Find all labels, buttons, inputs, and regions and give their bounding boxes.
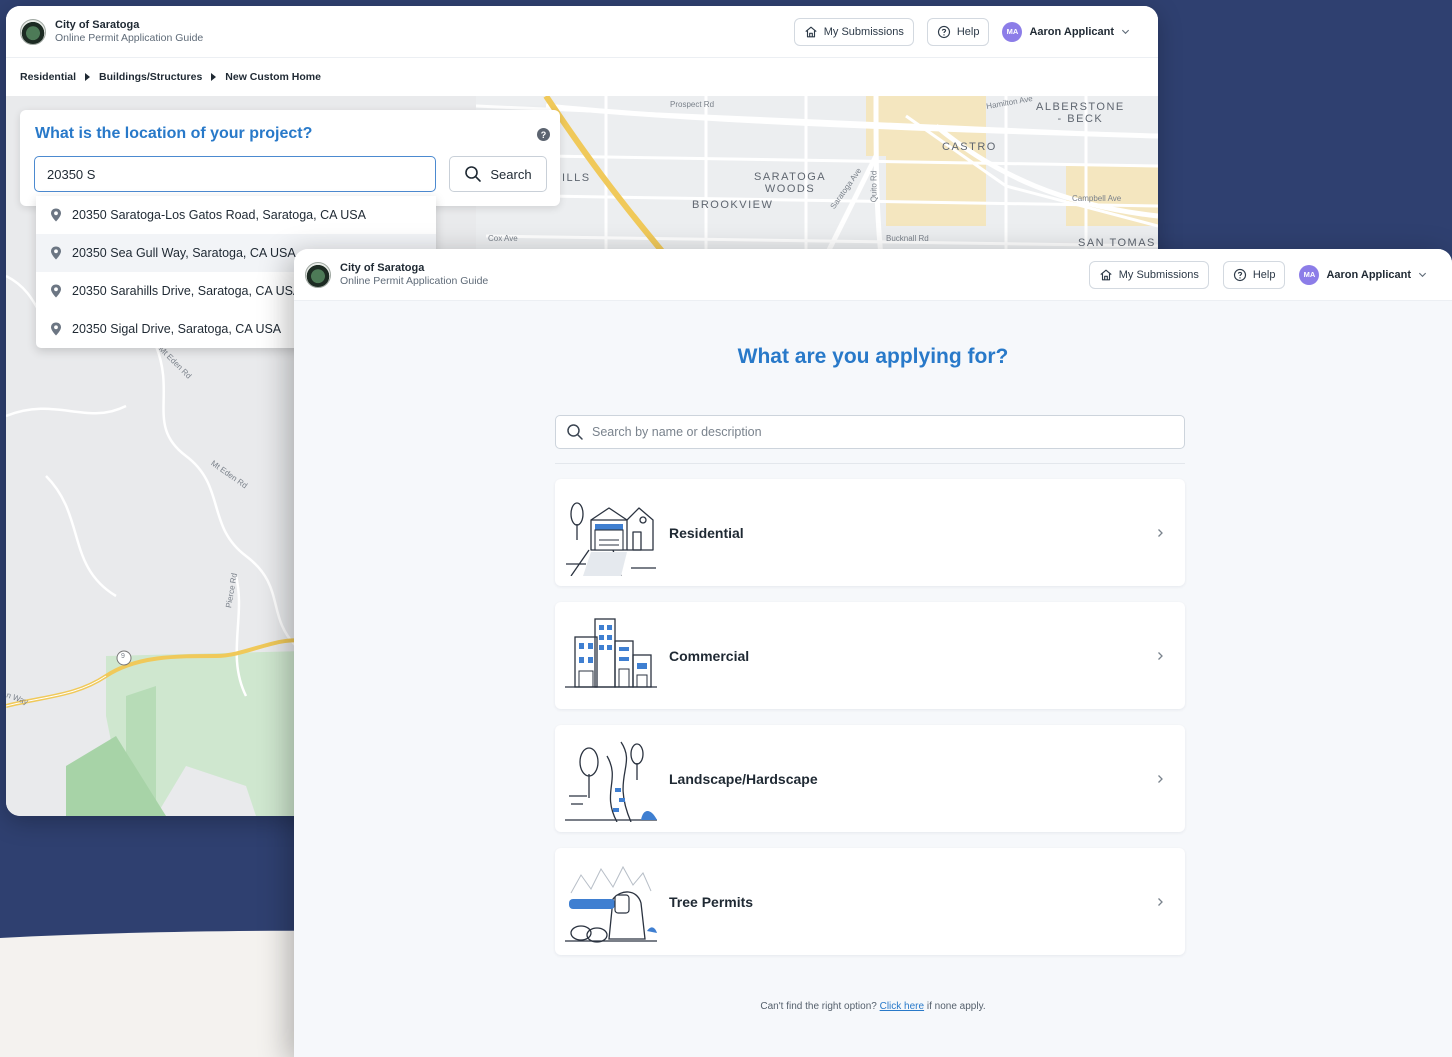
divider bbox=[555, 463, 1185, 464]
house-garage-illustration bbox=[566, 501, 656, 576]
map-label-san-tomas: SAN TOMAS bbox=[1078, 237, 1156, 249]
org-subtitle: Online Permit Application Guide bbox=[55, 31, 204, 44]
map-pin-icon bbox=[51, 208, 61, 222]
org-name: City of Saratoga bbox=[340, 262, 425, 275]
category-search-input[interactable] bbox=[592, 425, 1152, 439]
org-name: City of Saratoga bbox=[55, 19, 140, 32]
help-icon[interactable]: ? bbox=[537, 128, 550, 141]
category-search[interactable] bbox=[555, 415, 1185, 449]
category-label: Tree Permits bbox=[669, 893, 754, 910]
help-circle-icon bbox=[937, 25, 950, 38]
map-pin-icon bbox=[51, 246, 61, 260]
suggestion-text: 20350 Sea Gull Way, Saratoga, CA USA bbox=[72, 246, 296, 260]
click-here-link[interactable]: Click here bbox=[880, 1001, 924, 1012]
app-header: City of Saratoga Online Permit Applicati… bbox=[294, 249, 1452, 301]
help-button[interactable]: Help bbox=[926, 17, 990, 46]
category-card-commercial[interactable]: Commercial bbox=[555, 602, 1185, 709]
breadcrumb-item-buildings[interactable]: Buildings/Structures bbox=[99, 71, 202, 83]
user-menu[interactable]: MA Aaron Applicant bbox=[1299, 264, 1427, 285]
category-label: Residential bbox=[669, 524, 744, 541]
address-input[interactable] bbox=[34, 156, 436, 192]
search-icon bbox=[567, 424, 583, 440]
breadcrumb-separator-icon bbox=[211, 73, 217, 81]
suggestion-text: 20350 Saratoga-Los Gatos Road, Saratoga,… bbox=[72, 208, 366, 222]
map-label-hills: ILLS bbox=[562, 172, 591, 184]
map-label-campbell: Campbell Ave bbox=[1072, 194, 1122, 203]
user-name: Aaron Applicant bbox=[1029, 25, 1114, 38]
map-label-alberstone: ALBERSTONE - BECK bbox=[1036, 101, 1125, 125]
map-pin-icon bbox=[51, 322, 61, 336]
home-icon bbox=[805, 26, 817, 37]
city-logo bbox=[20, 18, 46, 45]
category-card-tree-permits[interactable]: Tree Permits bbox=[555, 848, 1185, 955]
footnote: Can't find the right option? Click here … bbox=[294, 1001, 1452, 1012]
city-logo bbox=[305, 261, 331, 288]
app-header: City of Saratoga Online Permit Applicati… bbox=[6, 6, 1158, 58]
application-type-window: City of Saratoga Online Permit Applicati… bbox=[294, 249, 1452, 1057]
avatar: MA bbox=[1002, 21, 1023, 42]
chevron-right-icon bbox=[1158, 528, 1163, 537]
my-submissions-label: My Submissions bbox=[1118, 268, 1199, 281]
help-button[interactable]: Help bbox=[1222, 260, 1286, 289]
category-card-landscape[interactable]: Landscape/Hardscape bbox=[555, 725, 1185, 832]
chainsaw-stump-illustration bbox=[565, 865, 657, 943]
location-card: What is the location of your project? ? … bbox=[20, 110, 560, 206]
user-name: Aaron Applicant bbox=[1326, 268, 1411, 281]
breadcrumb-item-current: New Custom Home bbox=[225, 71, 321, 83]
search-button-label: Search bbox=[490, 166, 532, 182]
location-title: What is the location of your project? bbox=[35, 125, 313, 142]
help-circle-icon bbox=[1233, 268, 1246, 281]
category-label: Landscape/Hardscape bbox=[669, 770, 818, 787]
map-label-prospect: Prospect Rd bbox=[670, 100, 715, 109]
map-label-cox: Cox Ave bbox=[488, 234, 518, 243]
help-label: Help bbox=[956, 25, 980, 38]
breadcrumb-item-residential[interactable]: Residential bbox=[20, 71, 76, 83]
breadcrumb: Residential Buildings/Structures New Cus… bbox=[6, 58, 1158, 96]
map-label-route: 9 bbox=[121, 653, 125, 660]
chevron-right-icon bbox=[1158, 897, 1163, 906]
my-submissions-label: My Submissions bbox=[823, 25, 904, 38]
suggestion-text: 20350 Sarahills Drive, Saratoga, CA USA bbox=[72, 284, 302, 298]
landscape-trees-illustration bbox=[565, 741, 657, 822]
search-icon bbox=[465, 166, 482, 182]
home-icon bbox=[1100, 269, 1112, 280]
org-subtitle: Online Permit Application Guide bbox=[340, 274, 489, 287]
search-button[interactable]: Search bbox=[449, 156, 547, 192]
footnote-suffix: if none apply. bbox=[926, 1001, 986, 1012]
category-label: Commercial bbox=[669, 647, 750, 664]
map-label-brookview: BROOKVIEW bbox=[692, 199, 774, 211]
suggestion-text: 20350 Sigal Drive, Saratoga, CA USA bbox=[72, 322, 282, 336]
footnote-prefix: Can't find the right option? bbox=[760, 1001, 877, 1012]
help-label: Help bbox=[1252, 268, 1276, 281]
map-label-bucknall: Bucknall Rd bbox=[886, 234, 929, 243]
map-label-castro: CASTRO bbox=[942, 141, 997, 153]
commercial-buildings-illustration bbox=[565, 617, 657, 688]
user-menu[interactable]: MA Aaron Applicant bbox=[1002, 21, 1130, 42]
avatar: MA bbox=[1299, 264, 1320, 285]
chevron-down-icon bbox=[1418, 272, 1427, 278]
my-submissions-button[interactable]: My Submissions bbox=[1088, 260, 1209, 289]
chevron-right-icon bbox=[1158, 774, 1163, 783]
chevron-down-icon bbox=[1121, 29, 1130, 35]
map-pin-icon bbox=[51, 284, 61, 298]
category-card-residential[interactable]: Residential bbox=[555, 479, 1185, 586]
page-title: What are you applying for? bbox=[737, 345, 1009, 368]
chevron-right-icon bbox=[1158, 651, 1163, 660]
map-label-saratoga-woods: SARATOGA WOODS bbox=[754, 171, 827, 195]
map-label-quito: Quito Rd bbox=[869, 170, 879, 203]
my-submissions-button[interactable]: My Submissions bbox=[793, 17, 914, 46]
suggestion-item[interactable]: 20350 Saratoga-Los Gatos Road, Saratoga,… bbox=[36, 196, 436, 234]
breadcrumb-separator-icon bbox=[85, 73, 91, 81]
